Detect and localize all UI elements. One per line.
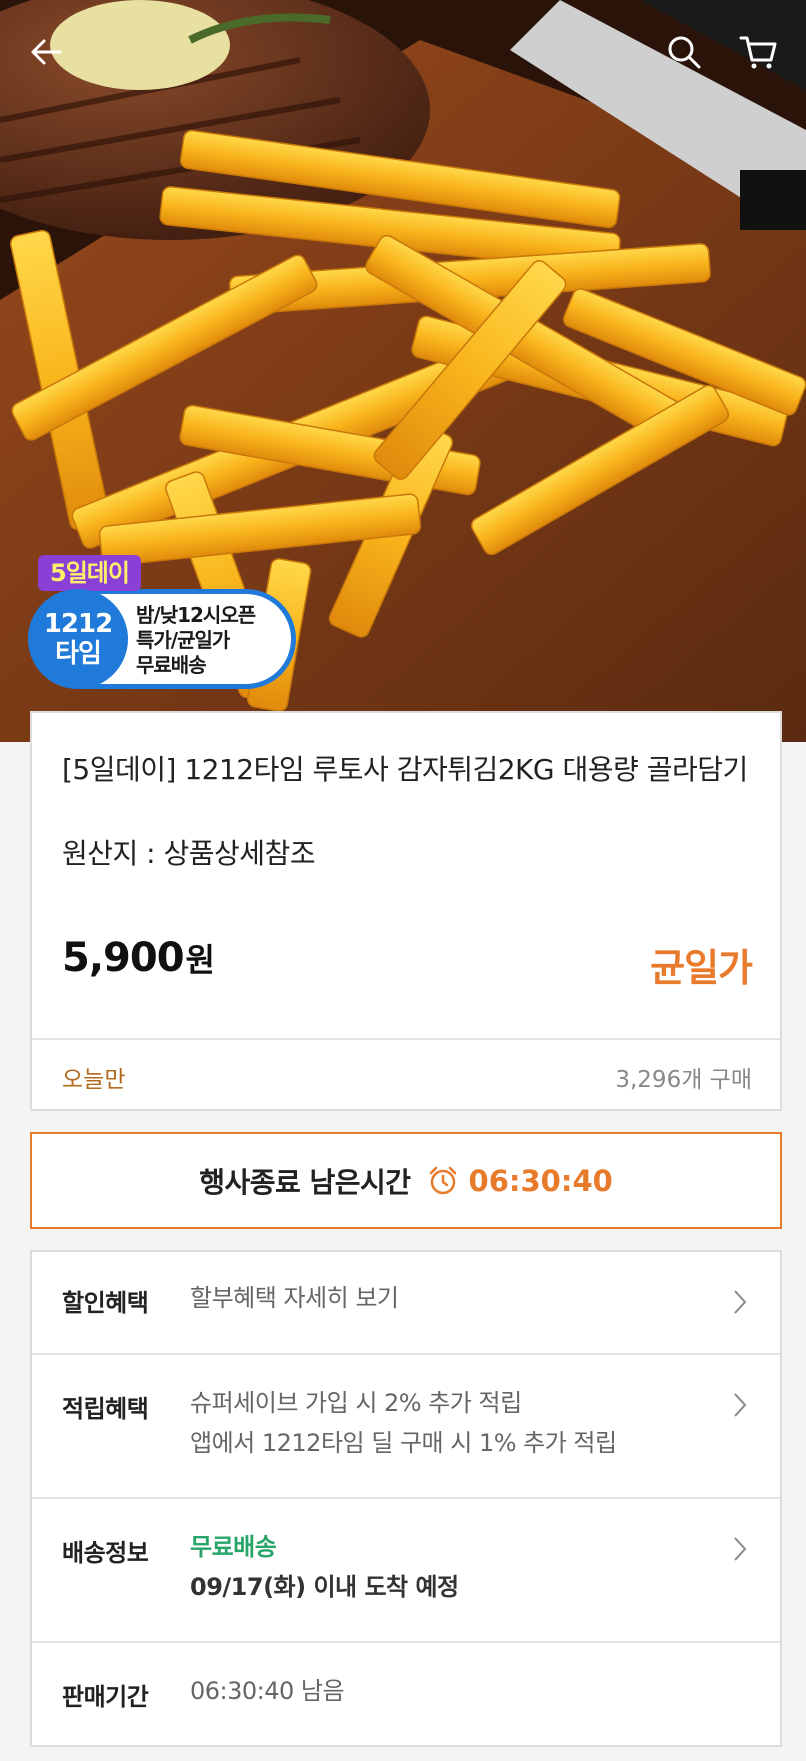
product-price: 5,900원 [62,935,215,981]
badge-text-line3: 무료배송 [136,653,207,677]
promo-badge: 5일데이 1212 타임 밤/낮12시오픈 특가/균일가 무료배송 [28,555,298,695]
product-title: [5일데이] 1212타임 루토사 감자튀김2KG 대용량 골라담기 [62,753,748,786]
badge-circle-line2: 타임 [55,639,102,669]
timer-value: 06:30:40 [468,1163,613,1198]
price-type-label: 균일가 [650,946,753,990]
points-text: 슈퍼세이브 가입 시 2% 추가 적립 앱에서 1212타임 딜 구매 시 1%… [190,1383,617,1463]
back-button[interactable] [22,28,70,76]
arrow-left-icon [31,39,62,65]
product-info-card: [5일데이] 1212타임 루토사 감자튀김2KG 대용량 골라담기 원산지 :… [30,711,782,1111]
info-footer: 오늘만 3,296개 구매 [32,1038,780,1113]
badge-event-label: 5일데이 [38,555,141,591]
sale-period-text: 06:30:40 남음 [190,1677,345,1705]
purchase-count: 3,296개 구매 [615,1067,752,1093]
points-label: 적립혜택 [62,1395,149,1423]
chevron-right-icon [734,1537,747,1561]
sale-period-row: 판매기간 06:30:40 남음 [32,1643,780,1747]
search-button[interactable] [660,28,708,76]
delivery-date: 09/17(화) [190,1573,306,1601]
chevron-right-icon [734,1290,747,1314]
today-only-label: 오늘만 [62,1067,126,1093]
event-timer: 행사종료 남은시간 06:30:40 [30,1132,782,1229]
sale-period-label: 판매기간 [62,1683,149,1711]
badge-text: 밤/낮12시오픈 특가/균일가 무료배송 [136,603,296,678]
shipping-text: 무료배송 09/17(화) 이내 도착 예정 [190,1527,459,1607]
price-unit: 원 [185,941,215,979]
detail-list: 할인혜택 할부혜택 자세히 보기 적립혜택 슈퍼세이브 가입 시 2% 추가 적… [30,1250,782,1747]
timer-label: 행사종료 남은시간 [199,1165,411,1199]
cart-button[interactable] [734,28,782,76]
delivery-suffix: 이내 도착 예정 [305,1573,459,1601]
discount-link[interactable]: 할부혜택 자세히 보기 [190,1278,399,1318]
points-row[interactable]: 적립혜택 슈퍼세이브 가입 시 2% 추가 적립 앱에서 1212타임 딜 구매… [32,1355,780,1499]
shipping-label: 배송정보 [62,1539,149,1567]
cart-icon [739,36,777,69]
discount-label: 할인혜택 [62,1289,149,1317]
product-image: 5일데이 1212 타임 밤/낮12시오픈 특가/균일가 무료배송 [0,0,806,742]
badge-text-line2: 특가/균일가 [136,628,230,652]
chevron-right-icon [734,1393,747,1417]
discount-row[interactable]: 할인혜택 할부혜택 자세히 보기 [32,1252,780,1355]
shipping-row[interactable]: 배송정보 무료배송 09/17(화) 이내 도착 예정 [32,1499,780,1643]
price-value: 5,900 [62,935,185,981]
badge-circle-line1: 1212 [43,609,113,639]
divider [30,1109,782,1111]
alarm-clock-icon [429,1166,456,1194]
badge-text-line1: 밤/낮12시오픈 [136,603,256,627]
points-line1: 슈퍼세이브 가입 시 2% 추가 적립 [190,1389,522,1417]
search-icon [668,36,701,69]
product-origin: 원산지 : 상품상세참조 [62,837,316,870]
badge-circle: 1212 타임 [28,589,128,689]
free-shipping-label: 무료배송 [190,1533,277,1561]
points-line2: 앱에서 1212타임 딜 구매 시 1% 추가 적립 [190,1429,617,1457]
